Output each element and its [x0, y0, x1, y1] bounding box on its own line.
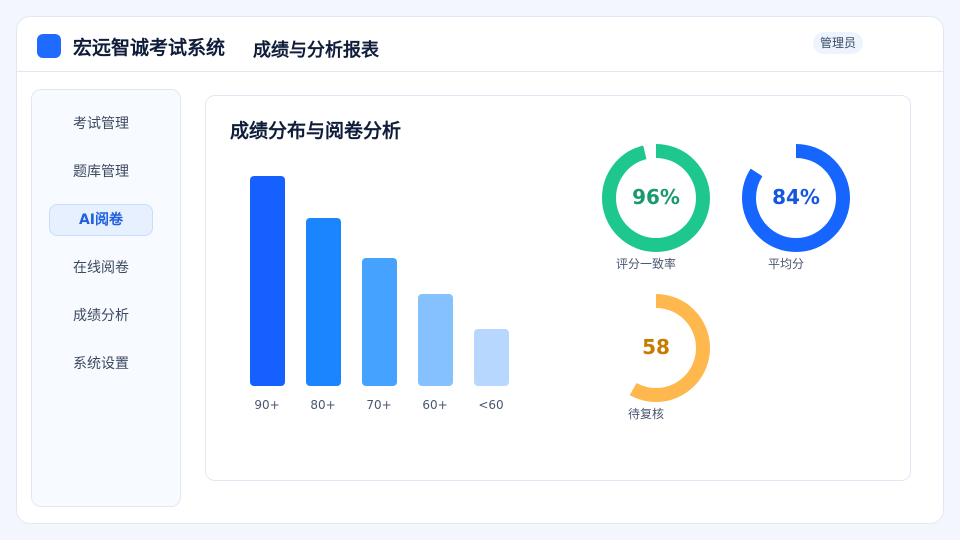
- user-role-badge[interactable]: 管理员: [813, 32, 863, 54]
- bar-label-0: 90+: [254, 398, 280, 412]
- top-bar: 宏远智诚考试系统 成绩与分析报表 管理员: [17, 17, 943, 72]
- analysis-panel: 成绩分布与阅卷分析 90+ 80+ 70+ 60+ <60 96% 评分一致率 84% 平均分…: [205, 95, 911, 481]
- page-title: 成绩与分析报表: [253, 40, 379, 61]
- bar-label-1: 80+: [310, 398, 336, 412]
- bar-2[interactable]: [362, 258, 397, 386]
- bar-0[interactable]: [250, 176, 285, 386]
- bar-3[interactable]: [418, 294, 453, 386]
- bar-4[interactable]: [474, 329, 509, 386]
- sidebar-item-score-analysis[interactable]: 成绩分析: [49, 300, 153, 332]
- app-window: 宏远智诚考试系统 成绩与分析报表 管理员 考试管理 题库管理 AI阅卷 在线阅卷…: [16, 16, 944, 524]
- logo-icon: [37, 34, 61, 58]
- sidebar: 考试管理 题库管理 AI阅卷 在线阅卷 成绩分析 系统设置: [31, 89, 181, 507]
- ring-value-2: 58: [642, 335, 670, 359]
- bar-label-3: 60+: [422, 398, 448, 412]
- sidebar-item-system-settings[interactable]: 系统设置: [49, 348, 153, 380]
- sidebar-item-question-bank[interactable]: 题库管理: [49, 156, 153, 188]
- ring-label-0: 评分一致率: [615, 257, 676, 271]
- sidebar-item-ai-grading[interactable]: AI阅卷: [49, 204, 153, 236]
- ring-label-1: 平均分: [767, 257, 804, 271]
- bar-label-4: <60: [478, 398, 504, 412]
- sidebar-item-exam-management[interactable]: 考试管理: [49, 108, 153, 140]
- ring-value-0: 96%: [632, 185, 680, 209]
- bar-label-2: 70+: [366, 398, 392, 412]
- panel-title: 成绩分布与阅卷分析: [230, 120, 402, 142]
- ring-label-2: 待复核: [627, 407, 664, 421]
- sidebar-item-online-grading[interactable]: 在线阅卷: [49, 252, 153, 284]
- app-title: 宏远智诚考试系统: [73, 37, 226, 59]
- bar-1[interactable]: [306, 218, 341, 386]
- ring-value-1: 84%: [772, 185, 820, 209]
